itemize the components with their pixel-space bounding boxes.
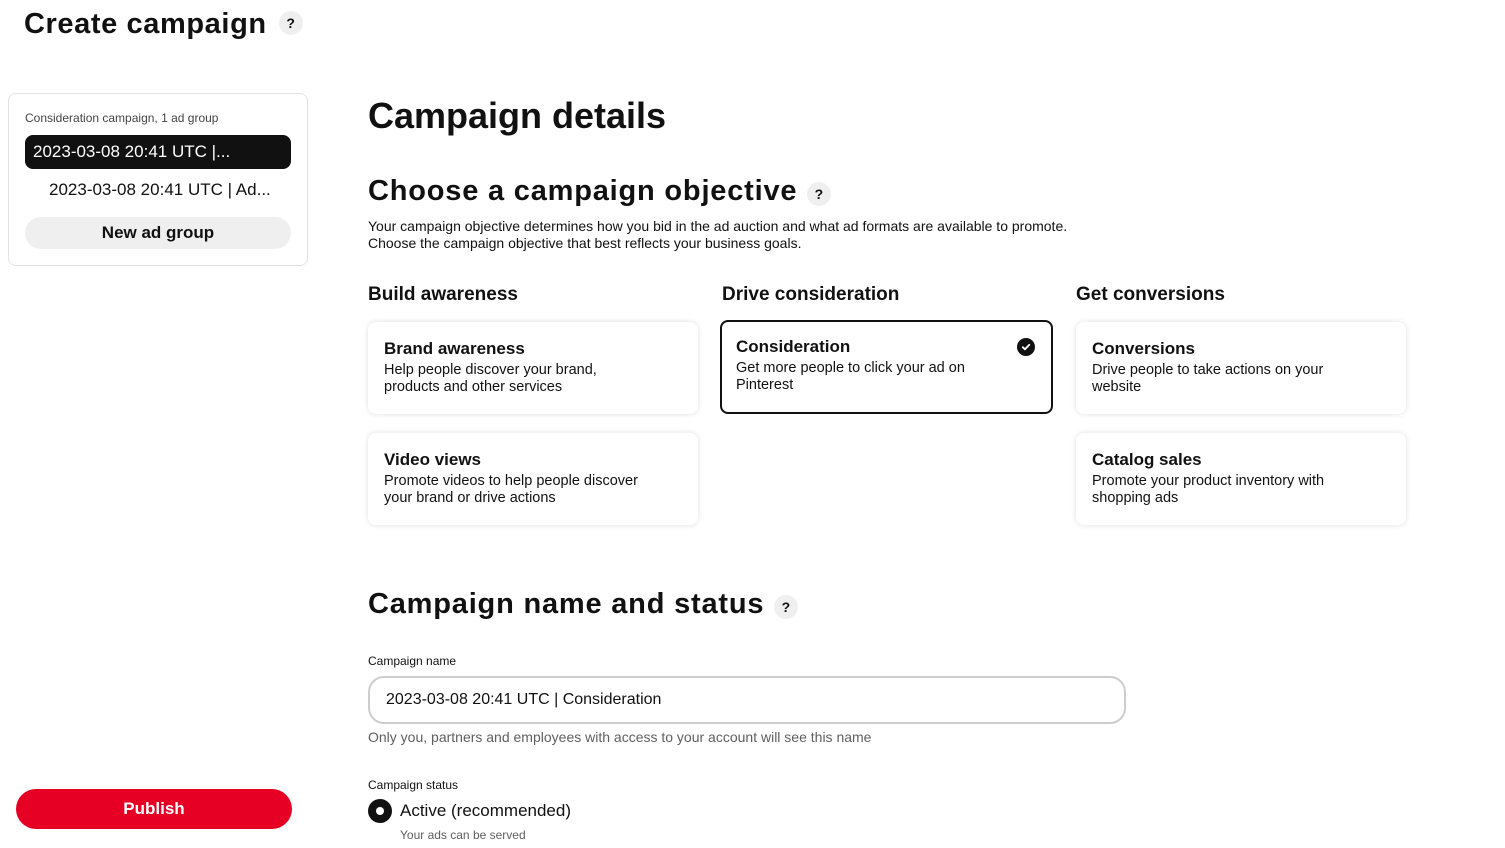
campaign-status-label: Campaign status — [368, 778, 459, 792]
campaign-name-input[interactable] — [368, 676, 1126, 724]
objective-description-line: Choose the campaign objective that best … — [368, 235, 802, 251]
section-title: Campaign details — [368, 95, 667, 136]
help-icon[interactable]: ? — [807, 181, 832, 206]
page-header: Create campaign ? — [24, 8, 303, 41]
checkmark-icon — [1017, 338, 1035, 356]
help-icon[interactable]: ? — [278, 10, 303, 35]
campaign-tree-panel: Consideration campaign, 1 ad group 2023-… — [8, 93, 308, 266]
card-title: Catalog sales — [1092, 450, 1202, 469]
publish-button[interactable]: Publish — [16, 789, 292, 829]
card-description: Drive people to take actions on your web… — [1092, 362, 1324, 395]
objective-card-consideration[interactable]: Consideration Get more people to click y… — [720, 320, 1053, 414]
radio-dot — [376, 807, 384, 815]
objective-description: Your campaign objective determines how y… — [368, 218, 1067, 252]
card-title: Video views — [384, 450, 482, 469]
column-heading-build-awareness: Build awareness — [368, 284, 518, 305]
card-title: Consideration — [736, 337, 851, 356]
campaign-summary: Consideration campaign, 1 ad group — [25, 111, 219, 125]
page-title: Create campaign — [24, 8, 267, 40]
objective-card-catalog-sales[interactable]: Catalog sales Promote your product inven… — [1076, 433, 1406, 525]
card-title: Brand awareness — [384, 339, 525, 358]
objective-card-conversions[interactable]: Conversions Drive people to take actions… — [1076, 322, 1406, 414]
card-description: Promote videos to help people discover y… — [384, 473, 638, 506]
objective-heading: Choose a campaign objective ? — [368, 175, 832, 208]
card-title: Conversions — [1092, 339, 1195, 358]
status-radio-active[interactable]: Active (recommended) — [368, 799, 571, 823]
name-status-title: Campaign name and status — [368, 588, 765, 620]
status-option-label: Active (recommended) — [400, 801, 572, 820]
card-description: Get more people to click your ad on Pint… — [736, 360, 965, 393]
sidebar-ad-group-item[interactable]: 2023-03-08 20:41 UTC | Ad... — [25, 173, 291, 207]
status-option-helper: Your ads can be served — [400, 828, 526, 842]
card-description: Help people discover your brand, product… — [384, 362, 597, 395]
objective-title: Choose a campaign objective — [368, 175, 798, 207]
objective-card-video-views[interactable]: Video views Promote videos to help peopl… — [368, 433, 698, 525]
name-status-heading: Campaign name and status ? — [368, 588, 799, 621]
objective-card-brand-awareness[interactable]: Brand awareness Help people discover you… — [368, 322, 698, 414]
new-ad-group-button[interactable]: New ad group — [25, 217, 291, 249]
column-heading-get-conversions: Get conversions — [1076, 284, 1225, 305]
campaign-name-helper: Only you, partners and employees with ac… — [368, 729, 872, 745]
objective-description-line: Your campaign objective determines how y… — [368, 218, 1068, 234]
radio-selected-icon[interactable] — [368, 799, 392, 823]
campaign-name-label: Campaign name — [368, 654, 457, 668]
sidebar-campaign-item[interactable]: 2023-03-08 20:41 UTC |... — [25, 135, 291, 169]
help-icon[interactable]: ? — [774, 594, 799, 619]
card-description: Promote your product inventory with shop… — [1092, 473, 1325, 506]
column-heading-drive-consideration: Drive consideration — [722, 284, 900, 305]
